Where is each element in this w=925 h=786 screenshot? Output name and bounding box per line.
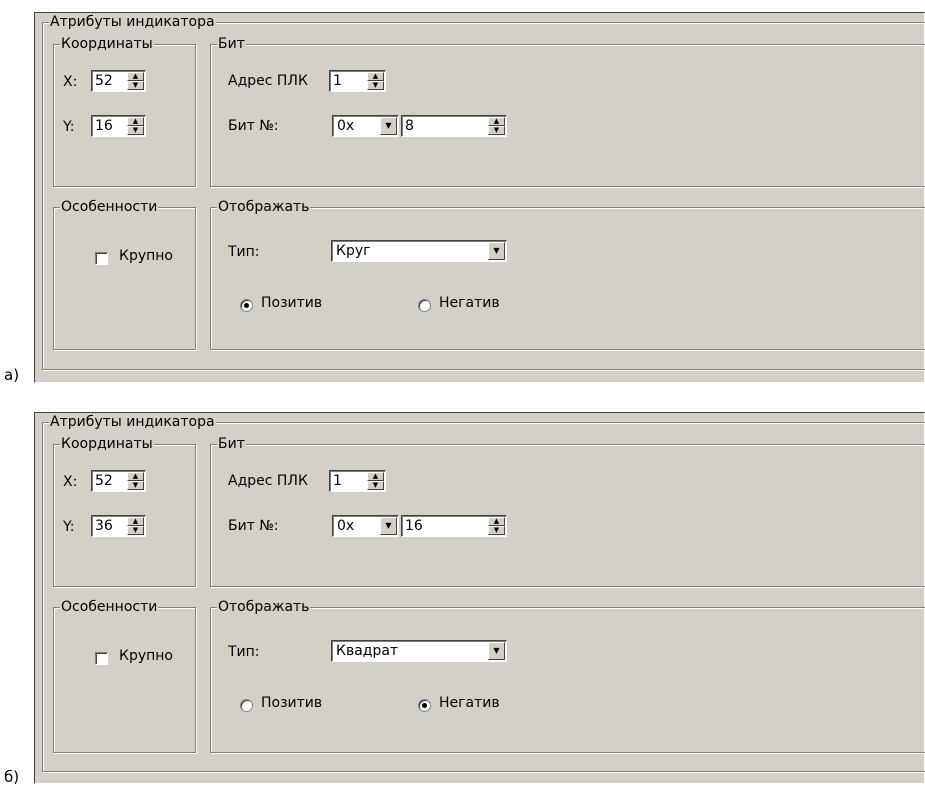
spin-up-icon[interactable]: ▲ [488, 117, 505, 126]
type-select[interactable]: Круг ▼ [331, 240, 507, 262]
plc-address-spinbox[interactable]: 1 ▲ ▼ [329, 470, 386, 492]
attributes-group-title: Атрибуты индикатора [49, 13, 216, 31]
chevron-down-icon[interactable]: ▼ [488, 242, 505, 260]
type-value: Квадрат [336, 643, 399, 659]
spin-down-icon[interactable]: ▼ [488, 126, 505, 135]
spin-down-icon[interactable]: ▼ [367, 481, 384, 490]
figure-label-a: а) [4, 366, 20, 384]
spin-up-icon[interactable]: ▲ [127, 72, 144, 81]
bit-number-value: 8 [405, 118, 414, 134]
large-label: Крупно [119, 648, 173, 664]
x-value: 52 [95, 473, 113, 489]
display-group: Отображать Тип: Круг ▼ Позитив Негатив [210, 198, 925, 350]
bit-base-value: 0x [337, 518, 355, 534]
x-spinbox[interactable]: 52 ▲ ▼ [91, 70, 146, 92]
plc-address-value: 1 [333, 473, 342, 489]
y-value: 36 [95, 518, 113, 534]
plc-address-spinbox[interactable]: 1 ▲ ▼ [329, 70, 386, 92]
radio-dot-icon [244, 303, 249, 308]
bit-number-spinbox[interactable]: 16 ▲ ▼ [401, 515, 507, 537]
y-spinbox[interactable]: 36 ▲ ▼ [91, 515, 146, 537]
plc-address-label: Адрес ПЛК [228, 73, 308, 89]
indicator-attributes-panel-a: Атрибуты индикатора Координаты X: 52 ▲ ▼ … [34, 12, 925, 383]
attributes-group-b: Атрибуты индикатора Координаты X: 52 ▲ ▼ … [42, 413, 925, 772]
large-label: Крупно [119, 248, 173, 264]
display-group: Отображать Тип: Квадрат ▼ Позитив Негати… [210, 598, 925, 753]
features-group-title: Особенности [60, 198, 159, 216]
features-group-title: Особенности [60, 598, 159, 616]
positive-label: Позитив [261, 695, 323, 711]
bit-number-spinbox[interactable]: 8 ▲ ▼ [401, 115, 507, 137]
spin-down-icon[interactable]: ▼ [488, 526, 505, 535]
bit-number-label: Бит №: [228, 518, 279, 534]
indicator-attributes-panel-b: Атрибуты индикатора Координаты X: 52 ▲ ▼ … [34, 412, 925, 784]
features-group: Особенности Крупно [53, 598, 196, 753]
y-spinbox[interactable]: 16 ▲ ▼ [91, 115, 146, 137]
features-group: Особенности Крупно [53, 198, 196, 350]
bit-number-label: Бит №: [228, 118, 279, 134]
spin-down-icon[interactable]: ▼ [127, 481, 144, 490]
type-label: Тип: [228, 244, 260, 260]
negative-radio[interactable] [418, 299, 431, 312]
spin-up-icon[interactable]: ▲ [488, 517, 505, 526]
bit-number-value: 16 [405, 518, 423, 534]
spin-down-icon[interactable]: ▼ [367, 81, 384, 90]
bit-group-title: Бит [217, 435, 246, 453]
bit-group-title: Бит [217, 35, 246, 53]
type-select[interactable]: Квадрат ▼ [331, 640, 507, 662]
x-label: X: [63, 474, 78, 490]
negative-label: Негатив [439, 295, 500, 311]
large-checkbox[interactable] [95, 252, 108, 265]
chevron-down-icon[interactable]: ▼ [380, 117, 397, 135]
bit-base-select[interactable]: 0x ▼ [332, 515, 399, 537]
positive-label: Позитив [261, 295, 323, 311]
bit-group: Бит Адрес ПЛК 1 ▲ ▼ Бит №: 0x ▼ 8 ▲ ▼ [210, 35, 925, 187]
y-value: 16 [95, 118, 113, 134]
positive-radio[interactable] [240, 699, 253, 712]
chevron-down-icon[interactable]: ▼ [380, 517, 397, 535]
coordinates-group: Координаты X: 52 ▲ ▼ Y: 36 ▲ ▼ [53, 435, 196, 587]
negative-radio[interactable] [418, 699, 431, 712]
bit-base-value: 0x [337, 118, 355, 134]
coordinates-group: Координаты X: 52 ▲ ▼ Y: 16 ▲ ▼ [53, 35, 196, 187]
figure-label-b: б) [4, 768, 20, 786]
radio-dot-icon [422, 703, 427, 708]
attributes-group-a: Атрибуты индикатора Координаты X: 52 ▲ ▼ … [42, 13, 925, 370]
spin-down-icon[interactable]: ▼ [127, 126, 144, 135]
spin-up-icon[interactable]: ▲ [127, 117, 144, 126]
x-value: 52 [95, 73, 113, 89]
coordinates-group-title: Координаты [60, 435, 154, 453]
y-label: Y: [63, 119, 75, 135]
attributes-group-title: Атрибуты индикатора [49, 413, 216, 431]
large-checkbox[interactable] [95, 652, 108, 665]
spin-up-icon[interactable]: ▲ [127, 517, 144, 526]
x-spinbox[interactable]: 52 ▲ ▼ [91, 470, 146, 492]
spin-up-icon[interactable]: ▲ [127, 472, 144, 481]
chevron-down-icon[interactable]: ▼ [488, 642, 505, 660]
display-group-title: Отображать [217, 598, 311, 616]
type-value: Круг [336, 243, 371, 259]
display-group-title: Отображать [217, 198, 311, 216]
negative-label: Негатив [439, 695, 500, 711]
spin-down-icon[interactable]: ▼ [127, 526, 144, 535]
plc-address-value: 1 [333, 73, 342, 89]
bit-group: Бит Адрес ПЛК 1 ▲ ▼ Бит №: 0x ▼ 16 ▲ ▼ [210, 435, 925, 587]
spin-down-icon[interactable]: ▼ [127, 81, 144, 90]
y-label: Y: [63, 519, 75, 535]
plc-address-label: Адрес ПЛК [228, 473, 308, 489]
bit-base-select[interactable]: 0x ▼ [332, 115, 399, 137]
type-label: Тип: [228, 644, 260, 660]
spin-up-icon[interactable]: ▲ [367, 472, 384, 481]
coordinates-group-title: Координаты [60, 35, 154, 53]
positive-radio[interactable] [240, 299, 253, 312]
spin-up-icon[interactable]: ▲ [367, 72, 384, 81]
x-label: X: [63, 74, 78, 90]
